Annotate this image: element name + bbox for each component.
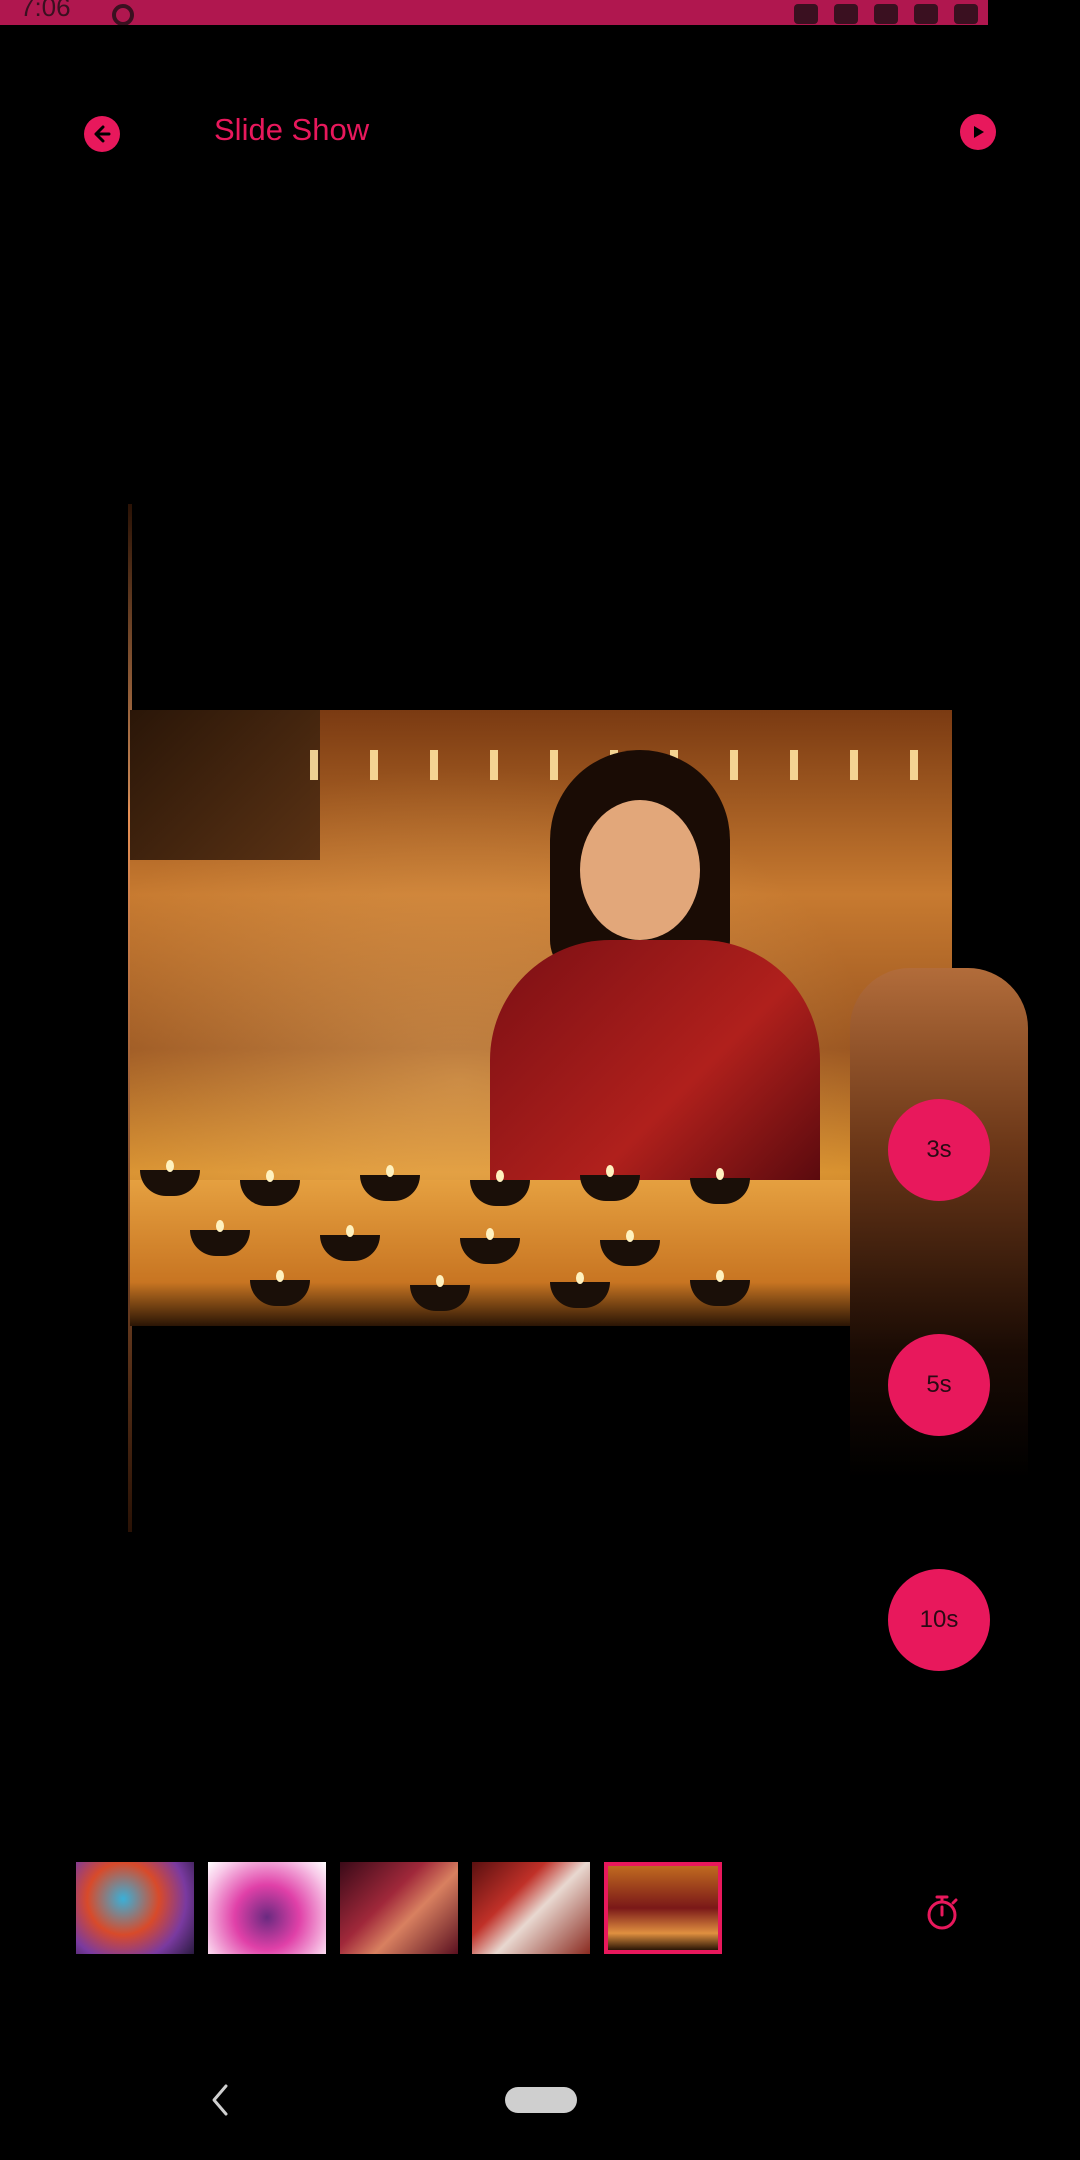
stopwatch-icon <box>927 1895 958 1930</box>
timer-10s-button[interactable]: 10s <box>888 1569 990 1671</box>
nav-home-pill[interactable] <box>505 2087 577 2113</box>
battery-icon <box>954 4 978 24</box>
thumbnail-wedding-couple[interactable] <box>340 1862 458 1954</box>
timer-5s-button[interactable]: 5s <box>888 1334 990 1436</box>
back-button[interactable] <box>84 116 120 152</box>
thumbnail-wedding-ceremony[interactable] <box>472 1862 590 1954</box>
alarm-icon <box>794 4 818 24</box>
page-title: Slide Show <box>214 112 370 147</box>
status-icons <box>794 4 978 24</box>
signal-icon <box>914 4 938 24</box>
thumbnail-strip <box>76 1862 722 1954</box>
status-bar: 7:06 <box>0 0 988 25</box>
play-slideshow-button[interactable] <box>960 114 996 150</box>
timer-3s-button[interactable]: 3s <box>888 1099 990 1201</box>
hd-icon <box>874 4 898 24</box>
play-circle-icon <box>974 126 984 138</box>
arrow-left-circle-icon <box>94 125 111 143</box>
current-slide-image <box>130 710 952 1326</box>
thumbnail-pink-color-celebration[interactable] <box>208 1862 326 1954</box>
thumbnail-holi-colors-face[interactable] <box>76 1862 194 1954</box>
nav-back-button[interactable] <box>206 2082 234 2118</box>
app-bar: Slide Show <box>0 100 1080 170</box>
status-notification-icon <box>112 4 134 25</box>
wifi-icon <box>834 4 858 24</box>
status-time: 7:06 <box>20 0 71 22</box>
thumbnail-girl-lighting-diyas[interactable] <box>604 1862 722 1954</box>
timer-toggle-button[interactable] <box>922 1892 962 1932</box>
chevron-left-icon <box>212 2084 228 2116</box>
